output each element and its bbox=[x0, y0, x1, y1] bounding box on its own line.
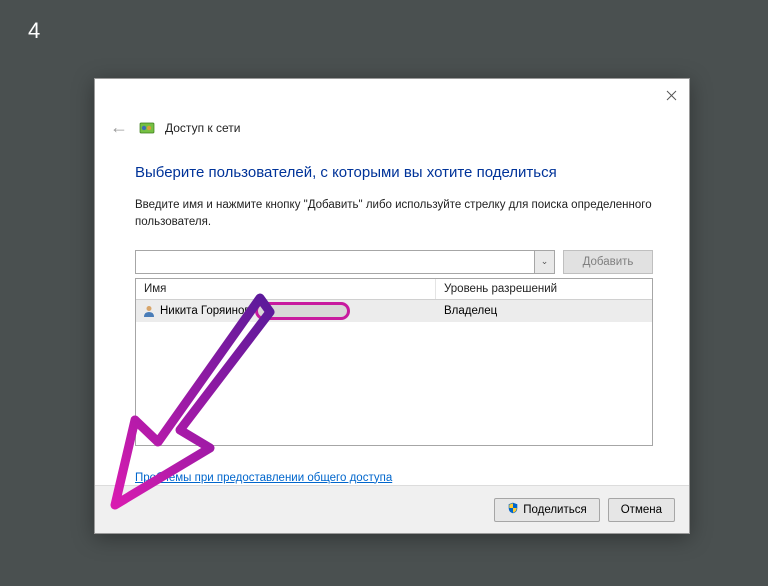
content-heading: Выберите пользователей, с которыми вы хо… bbox=[135, 164, 653, 181]
user-combobox[interactable]: ⌄ bbox=[135, 250, 555, 274]
close-button[interactable] bbox=[661, 85, 681, 105]
shield-icon bbox=[507, 502, 519, 517]
table-row[interactable]: Никита Горяинов Владелец bbox=[136, 300, 652, 322]
user-input-row: ⌄ Добавить bbox=[135, 250, 653, 274]
share-button-label: Поделиться bbox=[523, 504, 587, 516]
instructions-text: Введите имя и нажмите кнопку "Добавить" … bbox=[135, 197, 653, 232]
dialog-content: Выберите пользователей, с которыми вы хо… bbox=[95, 144, 689, 498]
cancel-button[interactable]: Отмена bbox=[608, 498, 675, 522]
add-button: Добавить bbox=[563, 250, 653, 274]
close-icon bbox=[666, 90, 677, 101]
column-header-name[interactable]: Имя bbox=[136, 279, 436, 299]
network-access-dialog: ← Доступ к сети Выберите пользователей, … bbox=[94, 78, 690, 534]
titlebar bbox=[95, 79, 689, 109]
back-arrow-icon[interactable]: ← bbox=[109, 117, 129, 138]
step-number: 4 bbox=[28, 18, 40, 44]
table-header: Имя Уровень разрешений bbox=[136, 279, 652, 300]
network-share-icon bbox=[139, 120, 155, 136]
user-icon bbox=[142, 304, 156, 318]
user-name-input[interactable] bbox=[136, 251, 534, 273]
share-button[interactable]: Поделиться bbox=[494, 498, 600, 522]
help-link[interactable]: Проблемы при предоставлении общего досту… bbox=[135, 472, 392, 484]
cell-permission: Владелец bbox=[436, 303, 652, 319]
redacted-highlight bbox=[255, 302, 350, 320]
cell-name: Никита Горяинов bbox=[136, 300, 436, 322]
users-table: Имя Уровень разрешений Никита Горяинов В… bbox=[135, 278, 653, 446]
header-row: ← Доступ к сети bbox=[95, 109, 689, 144]
dialog-title: Доступ к сети bbox=[165, 121, 240, 135]
dialog-footer: Поделиться Отмена bbox=[95, 485, 689, 533]
dropdown-arrow-icon[interactable]: ⌄ bbox=[534, 251, 554, 273]
user-name-text: Никита Горяинов bbox=[160, 305, 251, 317]
column-header-permission[interactable]: Уровень разрешений bbox=[436, 279, 652, 299]
